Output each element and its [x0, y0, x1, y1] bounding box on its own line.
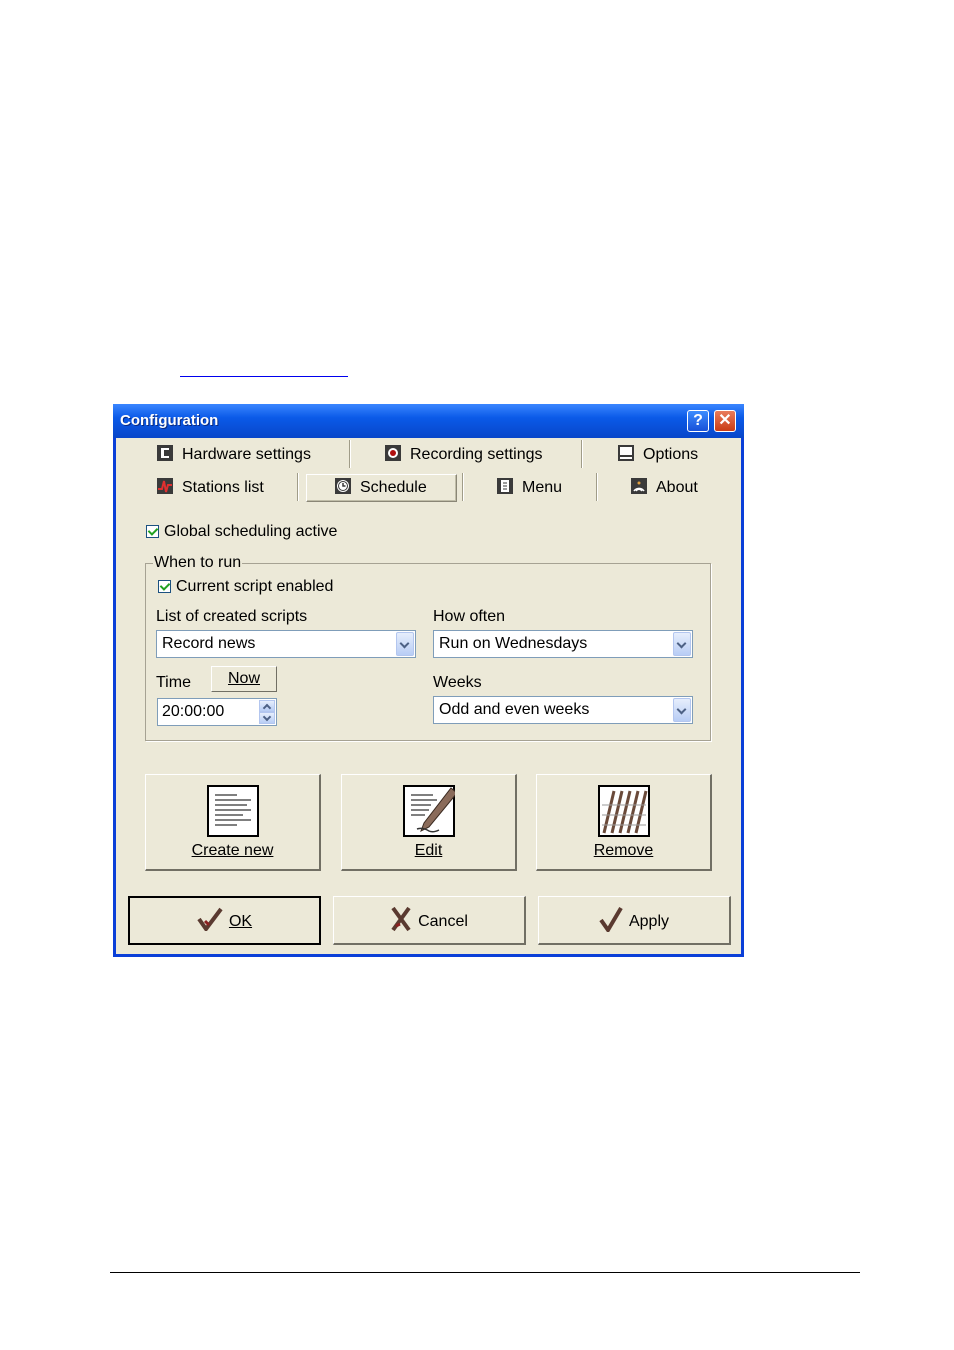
tab-stations-list[interactable]: Stations list — [156, 475, 264, 501]
script-enabled-label: Current script enabled — [176, 578, 334, 595]
record-icon — [385, 444, 401, 461]
configuration-window: Configuration ? ✕ Hardware settings Reco… — [113, 404, 744, 957]
time-spinner[interactable]: 20:00:00 — [157, 698, 277, 726]
tab-separator — [297, 473, 299, 501]
tab-hardware-settings[interactable]: Hardware settings — [156, 442, 311, 468]
cancel-button[interactable]: Cancel — [333, 896, 526, 945]
stations-icon — [157, 477, 173, 494]
tab-separator — [349, 440, 351, 468]
remove-label: Remove — [593, 842, 654, 859]
tab-label: Stations list — [182, 479, 264, 496]
checkmark-icon — [197, 907, 223, 933]
apply-button[interactable]: Apply — [538, 896, 731, 945]
ok-button[interactable]: OK — [128, 896, 321, 945]
scripts-list-label: List of created scripts — [156, 608, 308, 625]
new-document-icon — [207, 785, 259, 837]
apply-button-content: Apply — [539, 906, 729, 935]
scripts-dropdown-value: Record news — [162, 635, 256, 652]
edit-pen-icon — [403, 785, 455, 837]
weeks-dropdown-value: Odd and even weeks — [439, 701, 590, 718]
chevron-down-icon[interactable] — [673, 632, 691, 656]
weeks-label: Weeks — [433, 674, 482, 691]
tab-schedule[interactable]: Schedule — [334, 475, 427, 501]
document-link-underline[interactable] — [180, 362, 348, 377]
help-button[interactable]: ? — [687, 410, 709, 432]
spin-down-icon[interactable] — [259, 712, 275, 724]
time-value: 20:00:00 — [162, 703, 225, 720]
spin-up-icon[interactable] — [259, 700, 275, 712]
menu-icon — [497, 477, 513, 494]
scripts-dropdown[interactable]: Record news — [156, 630, 416, 658]
dialog-client-area: Hardware settings Recording settings Opt… — [116, 438, 741, 954]
footer-divider — [110, 1272, 860, 1273]
tab-label: Recording settings — [410, 446, 543, 463]
chevron-down-icon[interactable] — [396, 632, 414, 656]
tab-label: Menu — [522, 479, 563, 496]
about-icon — [631, 477, 647, 494]
script-enabled-checkbox[interactable] — [158, 580, 171, 593]
clock-icon — [335, 477, 351, 494]
tab-label: Hardware settings — [182, 446, 311, 463]
how-often-label: How often — [433, 608, 506, 625]
tab-label: About — [656, 479, 698, 496]
cancel-button-content: Cancel — [334, 906, 524, 935]
create-new-button[interactable]: Create new — [145, 774, 321, 871]
apply-check-icon — [599, 906, 623, 934]
ok-label: OK — [228, 913, 253, 931]
create-new-label: Create new — [191, 842, 274, 859]
tab-recording-settings[interactable]: Recording settings — [384, 442, 543, 468]
when-to-run-title: When to run — [153, 554, 243, 572]
edit-label: Edit — [414, 842, 443, 859]
tab-label: Schedule — [360, 479, 427, 496]
tab-separator — [581, 440, 583, 468]
remove-shred-icon — [598, 785, 650, 837]
remove-button[interactable]: Remove — [536, 774, 712, 871]
weeks-dropdown[interactable]: Odd and even weeks — [433, 696, 693, 724]
cancel-x-icon — [391, 906, 411, 932]
close-button[interactable]: ✕ — [714, 410, 736, 432]
title-bar[interactable]: Configuration ? ✕ — [113, 404, 744, 438]
tab-label: Options — [643, 446, 699, 463]
now-button[interactable]: Now — [211, 666, 277, 692]
hardware-icon — [157, 444, 173, 461]
tab-about[interactable]: About — [630, 475, 698, 501]
ok-button-content: OK — [130, 907, 319, 934]
tab-options[interactable]: Options — [617, 442, 698, 468]
apply-label: Apply — [628, 913, 670, 931]
window-title: Configuration — [120, 412, 219, 429]
tab-menu[interactable]: Menu — [496, 475, 562, 501]
global-scheduling-checkbox[interactable] — [146, 525, 159, 538]
monitor-icon — [618, 444, 634, 461]
how-often-dropdown-value: Run on Wednesdays — [439, 635, 588, 652]
how-often-dropdown[interactable]: Run on Wednesdays — [433, 630, 693, 658]
chevron-down-icon[interactable] — [673, 698, 691, 722]
tab-separator — [596, 473, 598, 501]
time-label: Time — [156, 674, 191, 691]
cancel-label: Cancel — [418, 913, 468, 931]
edit-button[interactable]: Edit — [341, 774, 517, 871]
global-scheduling-label: Global scheduling active — [164, 523, 338, 540]
tab-separator — [462, 473, 464, 501]
